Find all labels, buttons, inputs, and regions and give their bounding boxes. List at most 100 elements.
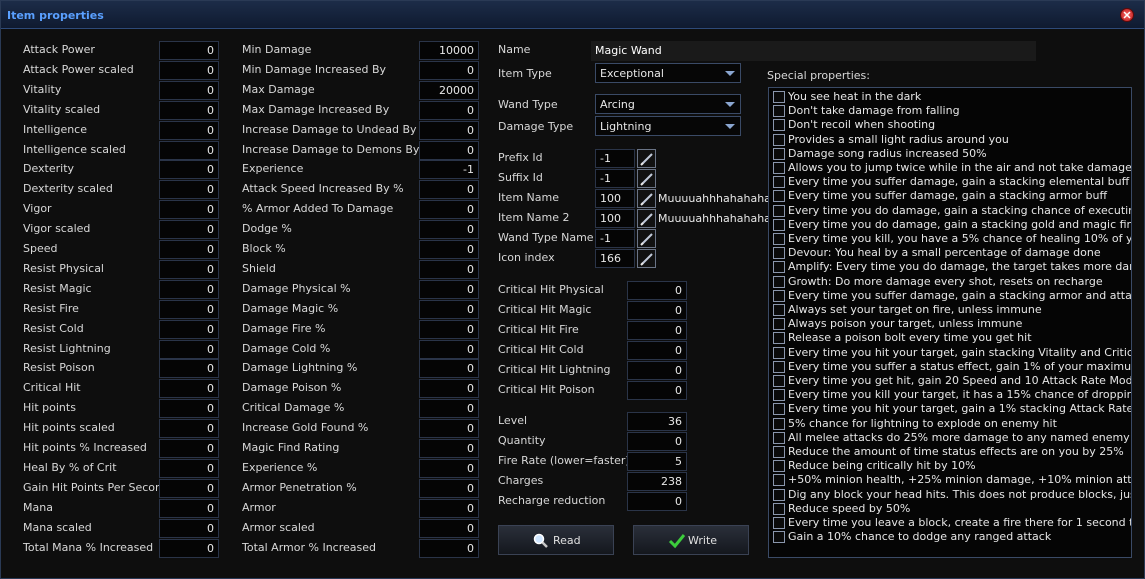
checkbox[interactable] bbox=[773, 204, 785, 217]
item-type-dropdown[interactable]: Exceptional bbox=[595, 63, 741, 83]
checkbox[interactable] bbox=[773, 275, 785, 288]
checkbox[interactable] bbox=[773, 289, 785, 302]
ids-input[interactable]: -1 bbox=[595, 169, 635, 188]
col1-input[interactable]: 0 bbox=[159, 439, 219, 458]
checkbox[interactable] bbox=[773, 431, 785, 444]
col2-input[interactable]: 0 bbox=[419, 259, 479, 279]
crit-input[interactable]: 0 bbox=[627, 341, 687, 360]
misc-input[interactable]: 5 bbox=[627, 452, 687, 471]
col1-input[interactable]: 0 bbox=[159, 419, 219, 439]
col1-input[interactable]: 0 bbox=[159, 498, 219, 518]
col1-input[interactable]: 0 bbox=[159, 399, 219, 419]
col1-input[interactable]: 0 bbox=[159, 100, 219, 120]
col2-input[interactable]: 0 bbox=[419, 339, 479, 359]
misc-input[interactable]: 36 bbox=[627, 412, 687, 431]
checkbox[interactable] bbox=[773, 517, 785, 529]
col2-input[interactable]: 0 bbox=[419, 180, 479, 200]
checkbox[interactable] bbox=[773, 474, 785, 487]
misc-input[interactable]: 0 bbox=[627, 492, 687, 511]
crit-input[interactable]: 0 bbox=[627, 381, 687, 400]
checkbox[interactable] bbox=[773, 332, 785, 345]
checkbox[interactable] bbox=[773, 446, 785, 458]
col1-input[interactable]: 0 bbox=[159, 120, 219, 140]
checkbox[interactable] bbox=[773, 261, 785, 274]
col1-input[interactable]: 0 bbox=[159, 458, 219, 478]
col1-input[interactable]: 0 bbox=[159, 140, 219, 160]
col2-input[interactable]: 0 bbox=[419, 478, 479, 498]
checkbox[interactable] bbox=[773, 133, 785, 146]
select-button[interactable] bbox=[637, 229, 656, 248]
checkbox[interactable] bbox=[773, 460, 785, 473]
col1-input[interactable]: 0 bbox=[159, 339, 219, 359]
crit-input[interactable]: 0 bbox=[627, 301, 687, 320]
col1-input[interactable]: 0 bbox=[159, 518, 219, 538]
checkbox[interactable] bbox=[773, 119, 785, 132]
col1-input[interactable]: 0 bbox=[159, 60, 219, 80]
col2-input[interactable]: 10000 bbox=[419, 41, 479, 60]
ids-input[interactable]: -1 bbox=[595, 149, 635, 168]
checkbox[interactable] bbox=[773, 190, 785, 203]
crit-input[interactable]: 0 bbox=[627, 281, 687, 300]
crit-input[interactable]: 0 bbox=[627, 321, 687, 340]
select-button[interactable] bbox=[637, 149, 656, 168]
col2-input[interactable]: 0 bbox=[419, 240, 479, 259]
checkbox[interactable] bbox=[773, 346, 785, 359]
col2-input[interactable]: 0 bbox=[419, 538, 479, 558]
col1-input[interactable]: 0 bbox=[159, 180, 219, 200]
col2-input[interactable]: 0 bbox=[419, 279, 479, 299]
select-button[interactable] bbox=[637, 169, 656, 188]
col2-input[interactable]: 0 bbox=[419, 140, 479, 160]
col1-input[interactable]: 0 bbox=[159, 200, 219, 220]
col2-input[interactable]: 0 bbox=[419, 220, 479, 240]
checkbox[interactable] bbox=[773, 360, 785, 373]
checkbox[interactable] bbox=[773, 304, 785, 316]
ids-input[interactable]: 100 bbox=[595, 209, 635, 228]
checkbox[interactable] bbox=[773, 502, 785, 515]
wand-type-dropdown[interactable]: Arcing bbox=[595, 94, 741, 114]
col2-input[interactable]: 20000 bbox=[419, 80, 479, 100]
name-input[interactable]: Magic Wand bbox=[591, 41, 1036, 61]
checkbox[interactable] bbox=[773, 176, 785, 189]
write-button[interactable]: Write bbox=[633, 525, 749, 555]
checkbox[interactable] bbox=[773, 318, 785, 331]
checkbox[interactable] bbox=[773, 105, 785, 118]
read-button[interactable]: Read bbox=[498, 525, 614, 555]
col1-input[interactable]: 0 bbox=[159, 478, 219, 498]
col1-input[interactable]: 0 bbox=[159, 299, 219, 319]
col1-input[interactable]: 0 bbox=[159, 80, 219, 100]
col1-input[interactable]: 0 bbox=[159, 319, 219, 339]
crit-input[interactable]: 0 bbox=[627, 361, 687, 380]
col2-input[interactable]: -1 bbox=[419, 160, 479, 180]
checkbox[interactable] bbox=[773, 91, 785, 103]
checkbox[interactable] bbox=[773, 375, 785, 387]
close-button[interactable] bbox=[1120, 8, 1134, 22]
col2-input[interactable]: 0 bbox=[419, 518, 479, 538]
checkbox[interactable] bbox=[773, 417, 785, 430]
col2-input[interactable]: 0 bbox=[419, 419, 479, 439]
col1-input[interactable]: 0 bbox=[159, 359, 219, 379]
ids-input[interactable]: 100 bbox=[595, 189, 635, 208]
checkbox[interactable] bbox=[773, 218, 785, 231]
col2-input[interactable]: 0 bbox=[419, 439, 479, 458]
col1-input[interactable]: 0 bbox=[159, 220, 219, 240]
col2-input[interactable]: 0 bbox=[419, 359, 479, 379]
col2-input[interactable]: 0 bbox=[419, 299, 479, 319]
col2-input[interactable]: 0 bbox=[419, 200, 479, 220]
col2-input[interactable]: 0 bbox=[419, 399, 479, 419]
checkbox[interactable] bbox=[773, 531, 785, 544]
col2-input[interactable]: 0 bbox=[419, 319, 479, 339]
col1-input[interactable]: 0 bbox=[159, 259, 219, 279]
special-properties-list[interactable]: You see heat in the dark Don't take damag… bbox=[768, 87, 1132, 558]
col1-input[interactable]: 0 bbox=[159, 41, 219, 60]
checkbox[interactable] bbox=[773, 403, 785, 416]
checkbox[interactable] bbox=[773, 233, 785, 245]
col1-input[interactable]: 0 bbox=[159, 379, 219, 399]
col1-input[interactable]: 0 bbox=[159, 240, 219, 259]
select-button[interactable] bbox=[637, 209, 656, 228]
checkbox[interactable] bbox=[773, 162, 785, 174]
checkbox[interactable] bbox=[773, 247, 785, 260]
col2-input[interactable]: 0 bbox=[419, 120, 479, 140]
col1-input[interactable]: 0 bbox=[159, 160, 219, 180]
col1-input[interactable]: 0 bbox=[159, 538, 219, 558]
misc-input[interactable]: 238 bbox=[627, 472, 687, 491]
